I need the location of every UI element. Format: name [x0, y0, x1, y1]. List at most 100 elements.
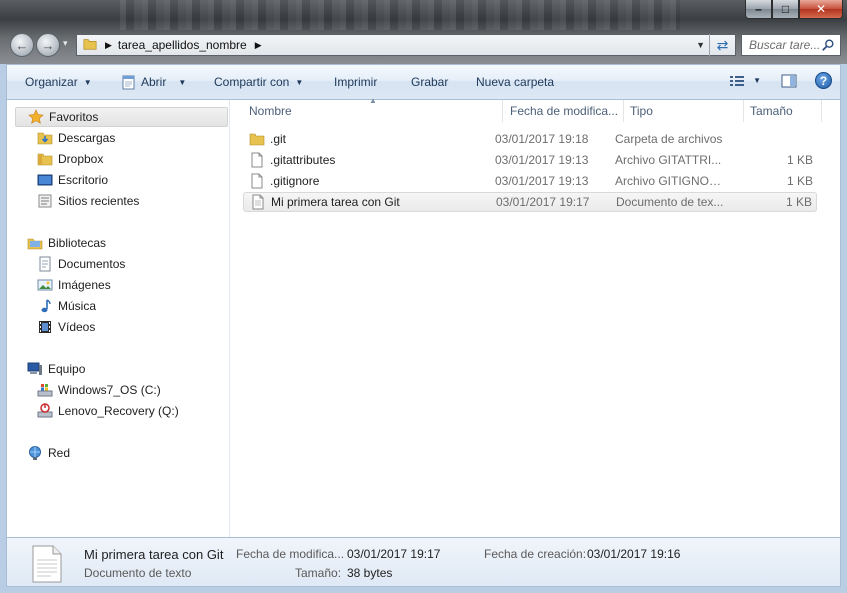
nav-item-label: Dropbox: [58, 152, 104, 166]
column-header-label: Fecha de modifica...: [510, 104, 619, 118]
back-button[interactable]: ←: [10, 33, 34, 57]
file-row-selected[interactable]: Mi primera tarea con Git 03/01/2017 19:1…: [243, 192, 817, 212]
nav-item-drive-q[interactable]: Lenovo_Recovery (Q:): [37, 401, 179, 421]
print-button[interactable]: Imprimir: [334, 75, 377, 89]
file-row[interactable]: .gitattributes 03/01/2017 19:13 Archivo …: [243, 150, 817, 170]
file-row[interactable]: .git 03/01/2017 19:18 Carpeta de archivo…: [243, 129, 817, 149]
search-icon[interactable]: [821, 38, 835, 55]
details-modified-label: Fecha de modifica...: [236, 547, 345, 561]
nav-item-recent-places[interactable]: Sitios recientes: [37, 191, 139, 211]
nav-item-drive-c[interactable]: Windows7_OS (C:): [37, 380, 161, 400]
details-created-label: Fecha de creación:: [484, 547, 587, 561]
column-header-label: Tamaño: [750, 104, 793, 118]
chevron-down-icon: ▼: [295, 77, 304, 87]
file-date: 03/01/2017 19:18: [495, 132, 589, 146]
file-type: Archivo GITATTRI...: [615, 153, 722, 167]
column-header-size[interactable]: Tamaño: [744, 100, 822, 122]
dropbox-folder-icon: [37, 151, 53, 167]
nav-item-dropbox[interactable]: Dropbox: [37, 149, 103, 169]
star-icon: [28, 109, 44, 125]
explorer-main: Favoritos Descargas Dropbox Escritorio S…: [6, 96, 841, 537]
address-bar[interactable]: ▶ tarea_apellidos_nombre ▶ ▼ ⇄: [76, 34, 736, 56]
music-icon: [37, 298, 53, 314]
file-size: 1 KB: [785, 195, 812, 209]
new-folder-label: Nueva carpeta: [476, 75, 555, 89]
column-header-date[interactable]: Fecha de modifica...: [504, 100, 624, 122]
forward-arrow-icon: →: [41, 37, 55, 53]
nav-computer-label: Equipo: [48, 362, 86, 376]
share-button[interactable]: Compartir con ▼: [214, 75, 303, 89]
nav-item-label: Música: [58, 299, 97, 313]
file-row[interactable]: .gitignore 03/01/2017 19:13 Archivo GITI…: [243, 171, 817, 191]
file-date: 03/01/2017 19:17: [496, 195, 590, 209]
documents-icon: [37, 256, 53, 272]
file-type: Archivo GITIGNORE: [615, 174, 725, 188]
nav-item-label: Windows7_OS (C:): [58, 383, 161, 397]
nav-favorites-label: Favoritos: [49, 110, 99, 124]
nav-item-desktop[interactable]: Escritorio: [37, 170, 108, 190]
open-button[interactable]: Abrir ▼: [121, 74, 186, 90]
nav-computer[interactable]: Equipo: [27, 359, 85, 379]
details-file-type: Documento de texto: [84, 566, 192, 580]
chevron-down-icon: ▼: [83, 77, 92, 87]
folder-icon: [83, 37, 97, 54]
file-name-cell: .git: [249, 131, 286, 147]
search-placeholder: Buscar tare...: [749, 38, 821, 52]
help-icon[interactable]: ?: [815, 72, 832, 89]
recent-pages-dropdown[interactable]: ▾: [63, 38, 68, 49]
back-arrow-icon: ←: [15, 37, 29, 53]
new-folder-button[interactable]: Nueva carpeta: [476, 75, 554, 89]
maximize-button[interactable]: □: [772, 0, 799, 19]
notepad-icon: [121, 74, 137, 90]
breadcrumb-arrow-icon[interactable]: ▶: [105, 40, 112, 51]
file-name: .gitignore: [270, 174, 320, 188]
preview-pane-icon[interactable]: [781, 73, 797, 89]
chevron-down-icon: ▼: [178, 77, 187, 87]
windows-drive-icon: [37, 382, 53, 398]
nav-item-pictures[interactable]: Imágenes: [37, 275, 111, 295]
folder-icon: [249, 131, 265, 147]
nav-network-label: Red: [48, 446, 71, 460]
close-button[interactable]: ✕: [799, 0, 843, 19]
file-name-cell: Mi primera tarea con Git: [250, 194, 400, 210]
details-file-name: Mi primera tarea con Git: [84, 547, 224, 562]
breadcrumb-current-folder[interactable]: tarea_apellidos_nombre: [118, 38, 247, 52]
text-file-icon: [250, 194, 266, 210]
nav-item-documents[interactable]: Documentos: [37, 254, 125, 274]
refresh-button[interactable]: ⇄: [709, 34, 735, 56]
file-type: Carpeta de archivos: [615, 132, 723, 146]
forward-button[interactable]: →: [36, 33, 60, 57]
file-icon: [249, 173, 265, 189]
nav-item-downloads[interactable]: Descargas: [37, 128, 115, 148]
nav-item-videos[interactable]: Vídeos: [37, 317, 95, 337]
details-size-value: 38 bytes: [347, 566, 393, 580]
breadcrumb-arrow-icon[interactable]: ▶: [255, 40, 262, 51]
file-name-cell: .gitignore: [249, 173, 319, 189]
details-modified-value: 03/01/2017 19:17: [347, 547, 441, 561]
organize-button[interactable]: Organizar ▼: [25, 75, 92, 89]
file-name-cell: .gitattributes: [249, 152, 335, 168]
nav-libraries[interactable]: Bibliotecas: [27, 233, 106, 253]
downloads-folder-icon: [37, 130, 53, 146]
column-header-type[interactable]: Tipo: [624, 100, 744, 122]
file-date: 03/01/2017 19:13: [495, 153, 589, 167]
search-input[interactable]: Buscar tare...: [741, 34, 841, 56]
nav-item-label: Documentos: [58, 257, 126, 271]
navigation-pane: Favoritos Descargas Dropbox Escritorio S…: [7, 100, 230, 537]
recovery-drive-icon: [37, 403, 53, 419]
address-dropdown-icon[interactable]: ▼: [696, 40, 705, 50]
burn-button[interactable]: Grabar: [411, 75, 448, 89]
minimize-button[interactable]: –: [745, 0, 772, 19]
chevron-down-icon[interactable]: ▼: [753, 76, 761, 85]
view-options-icon[interactable]: [729, 74, 747, 88]
nav-item-label: Imágenes: [58, 278, 111, 292]
column-header-name[interactable]: Nombre: [243, 100, 503, 122]
title-bar: – □ ✕ ← → ▾ ▶ tarea_apellidos_nombre ▶ ▼…: [0, 0, 847, 64]
nav-network[interactable]: Red: [27, 443, 70, 463]
file-list: ▲ Nombre Fecha de modifica... Tipo Tamañ…: [231, 96, 840, 537]
nav-item-label: Sitios recientes: [58, 194, 140, 208]
nav-item-music[interactable]: Música: [37, 296, 96, 316]
details-pane: Mi primera tarea con Git Documento de te…: [6, 537, 841, 587]
nav-favorites[interactable]: Favoritos: [15, 107, 228, 127]
computer-icon: [27, 361, 43, 377]
